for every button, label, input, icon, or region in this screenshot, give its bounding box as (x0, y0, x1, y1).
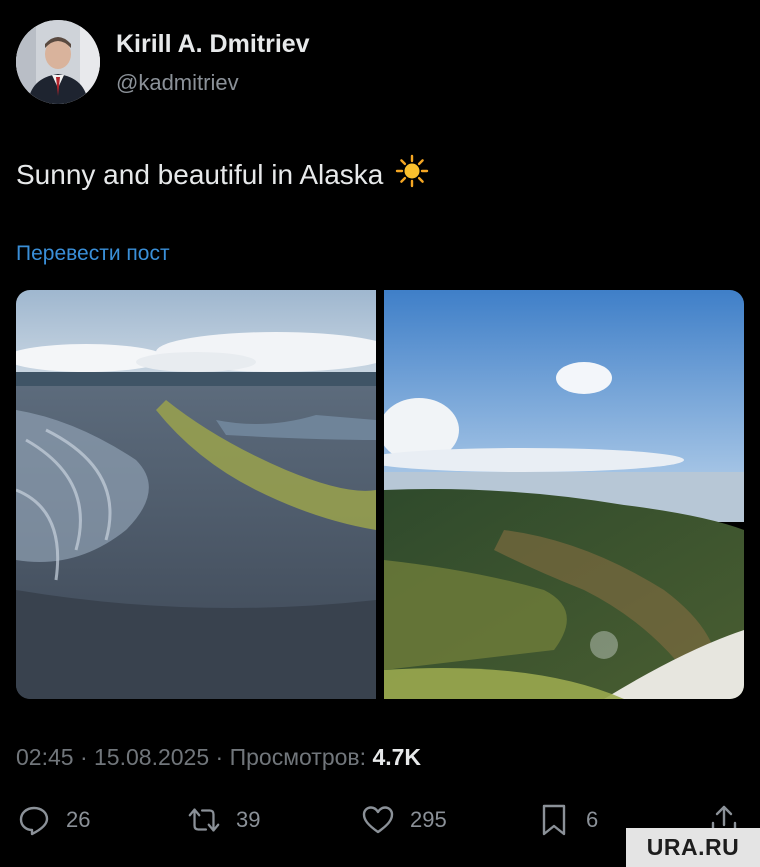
aerial-river-delta-photo[interactable] (16, 290, 376, 699)
watermark-logo: URA.RU (626, 828, 760, 867)
bookmark-icon (536, 802, 572, 838)
meta-separator: · (79, 744, 88, 770)
like-button[interactable]: 295 (360, 800, 447, 840)
bookmark-button[interactable]: 6 (536, 800, 598, 840)
reply-icon (16, 802, 52, 838)
translate-post-link[interactable]: Перевести пост (16, 242, 170, 266)
reply-button[interactable]: 26 (16, 800, 90, 840)
views-count[interactable]: 4.7K (372, 744, 421, 770)
avatar[interactable] (16, 20, 100, 104)
views-label: Просмотров: (229, 744, 367, 770)
meta-separator: · (215, 744, 224, 770)
sun-icon (395, 154, 429, 195)
post-text: Sunny and beautiful in Alaska (16, 154, 429, 195)
avatar-photo (16, 20, 100, 104)
post-meta: 02:45 · 15.08.2025 · Просмотров: 4.7K (16, 744, 421, 771)
like-count: 295 (410, 807, 447, 832)
post-date: 15.08.2025 (94, 744, 210, 770)
reply-count: 26 (66, 807, 91, 832)
aerial-forest-coast-photo[interactable] (384, 290, 744, 699)
post-media[interactable] (16, 290, 744, 699)
bookmark-count: 6 (586, 807, 599, 832)
author-handle[interactable]: @kadmitriev (116, 70, 239, 96)
retweet-button[interactable]: 39 (186, 800, 260, 840)
retweet-count: 39 (236, 807, 261, 832)
post-text-content: Sunny and beautiful in Alaska (16, 158, 384, 190)
post-time: 02:45 (16, 744, 74, 770)
author-display-name[interactable]: Kirill A. Dmitriev (116, 30, 310, 59)
retweet-icon (186, 802, 222, 838)
heart-icon (360, 802, 396, 838)
